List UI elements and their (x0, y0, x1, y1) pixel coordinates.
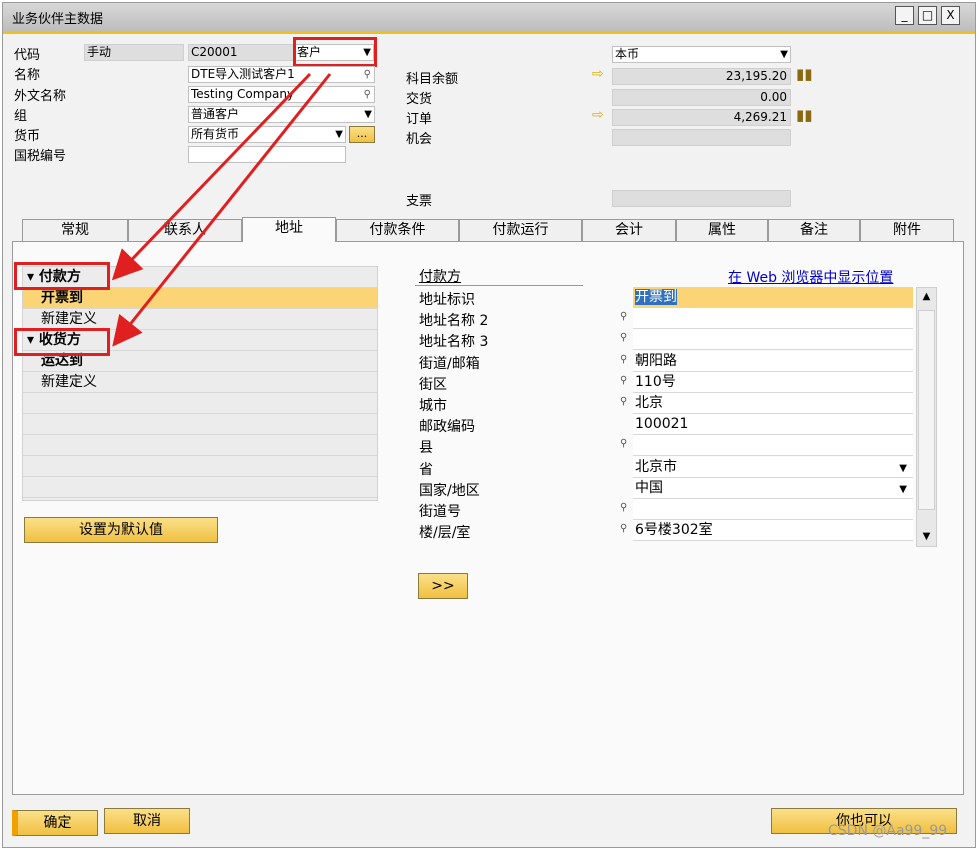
annotation-arrows (111, 72, 332, 347)
annotation-arrow-ship-to (112, 73, 332, 347)
annotation-arrow-pay-to (111, 72, 312, 281)
